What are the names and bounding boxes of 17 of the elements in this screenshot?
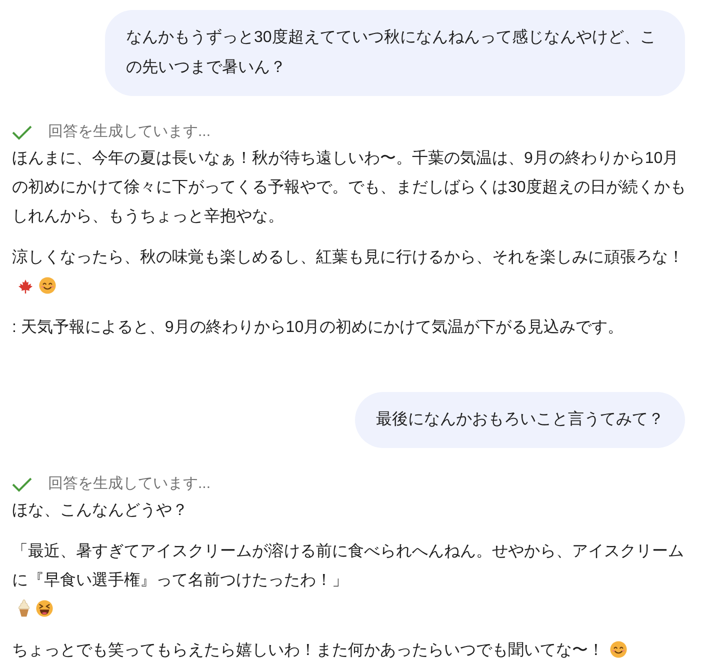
status-text: 回答を生成しています... xyxy=(48,122,211,142)
reply-text: 「最近、暑すぎてアイスクリームが溶ける前に食べられへんねん。せやから、アイスクリームに『早食い選手権』って名前つけたったわ！」 xyxy=(12,543,684,589)
smiling-face-icon xyxy=(610,641,627,658)
smiling-face-icon xyxy=(39,277,56,294)
check-icon xyxy=(12,476,32,492)
status-text: 回答を生成しています... xyxy=(48,474,211,494)
maple-leaf-icon xyxy=(18,279,33,294)
laughing-face-icon xyxy=(36,600,53,617)
check-icon xyxy=(12,124,32,140)
reply-text: ほな、こんなんどうや？ xyxy=(12,502,188,519)
ice-cream-icon xyxy=(18,599,30,617)
reply-text: ちょっとでも笑ってもらえたら嬉しいわ！また何かあったらいつでも聞いてな〜！ xyxy=(12,642,604,659)
reply-text: 涼しくなったら、秋の味覚も楽しめるし、紅葉も見に行けるから、それを楽しみに頑張ろな！ xyxy=(12,249,684,266)
reply-text: : 天気予報によると、9月の終わりから10月の初めにかけて気温が下がる見込みです。 xyxy=(12,319,624,336)
message-text: 最後になんかおもろいこと言うてみて？ xyxy=(376,411,664,428)
message-text: なんかもうずっと30度超えてていつ秋になんねんって感じなんやけど、この先いつまで暑いん？ xyxy=(126,29,656,76)
reply-text: ほんまに、今年の夏は長いなぁ！秋が待ち遠しいわ〜。千葉の気温は、9月の終わりから10月の初めにかけて徐々に下がってくる予報やで。でも、まだしばらくは30度超えの日が続くかもしれんから、もうちょっと辛抱やな。 xyxy=(12,150,686,225)
